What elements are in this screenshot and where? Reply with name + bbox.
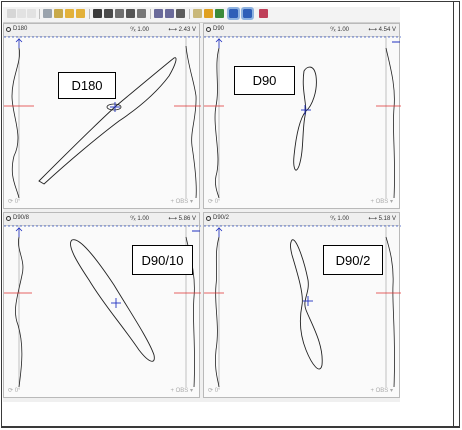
obs-value: + OBS ▾ [370,388,393,394]
toolbar [3,7,400,23]
panel-title: D90/8 [13,215,30,221]
undo-icon[interactable] [17,9,26,18]
bottom-rule [1,426,460,427]
angle-value: ⟳ 0° [208,388,221,394]
right-divider [453,1,454,427]
panel-d90-2[interactable]: D90/2 ⁰⁄ₓ 1.00 ⟷ 5.18 V D90/2 ⟳ 0° + OBS… [203,212,401,398]
window-icon[interactable] [137,9,146,18]
panel-footer: ⟳ 0° + OBS ▾ [4,385,199,397]
cursor-icon[interactable] [176,9,185,18]
sample-label: D90 [234,66,295,95]
lissajous-icon [206,27,211,32]
zoom-out-icon[interactable] [165,9,174,18]
signal-plot [4,36,201,198]
angle-value: ⟳ 0° [208,199,221,205]
sample-label: D180 [58,72,116,99]
document-icon[interactable] [115,9,124,18]
scale-value: ⁰⁄ₓ 1.00 [130,27,149,33]
panel-footer: ⟳ 0° + OBS ▾ [204,385,399,397]
highlighter-icon[interactable] [193,9,202,18]
signal-plot [204,36,401,198]
pointer-icon[interactable] [7,9,16,18]
save-icon[interactable] [93,9,102,18]
obs-value: + OBS ▾ [170,388,193,394]
arrow-left-icon[interactable] [65,9,74,18]
panel-title: D180 [13,26,28,32]
stack-icon[interactable] [259,9,268,18]
angle-value: ⟳ 0° [8,199,21,205]
obs-value: + OBS ▾ [370,199,393,205]
lissajous-icon [6,216,11,221]
panel-d180[interactable]: D180 ⁰⁄ₓ 1.00 ⟷ 2.43 V D180 ⟳ 0° + OBS ▾ [3,23,201,209]
scale-value: ⁰⁄ₓ 1.00 [330,216,349,222]
lissajous-icon [206,216,211,221]
properties-icon[interactable] [54,9,63,18]
panel-footer: ⟳ 0° + OBS ▾ [4,196,199,208]
voltage-value: ⟷ 5.18 V [368,216,396,222]
lissajous-icon [6,27,11,32]
scale-value: ⁰⁄ₓ 1.00 [330,27,349,33]
palette-icon[interactable] [204,9,213,18]
grid-blue2-icon[interactable] [241,7,254,20]
voltage-value: ⟷ 5.86 V [168,216,196,222]
panel-d90[interactable]: D90 ⁰⁄ₓ 1.00 ⟷ 4.54 V D90 ⟳ 0° + OBS ▾ [203,23,401,209]
scale-value: ⁰⁄ₓ 1.00 [130,216,149,222]
zoom-in-icon[interactable] [154,9,163,18]
voltage-value: ⟷ 4.54 V [368,27,396,33]
angle-value: ⟳ 0° [8,388,21,394]
arrow-right-icon[interactable] [76,9,85,18]
sample-label: D90/10 [132,245,193,275]
panel-d90-8[interactable]: D90/8 ⁰⁄ₓ 1.00 ⟷ 5.86 V D90/10 ⟳ 0° + OB… [3,212,201,398]
panel-title: D90 [213,26,225,32]
print-icon[interactable] [104,9,113,18]
bar-icon[interactable] [215,9,224,18]
obs-value: + OBS ▾ [170,199,193,205]
screenshot: D180 ⁰⁄ₓ 1.00 ⟷ 2.43 V D180 ⟳ 0° + OBS ▾ [3,7,401,402]
chart-icon[interactable] [43,9,52,18]
voltage-value: ⟷ 2.43 V [168,27,196,33]
sample-label: D90/2 [323,245,383,275]
panel-title: D90/2 [213,215,230,221]
checkbox-icon[interactable] [126,9,135,18]
redo-icon[interactable] [27,9,36,18]
grid-blue-icon[interactable] [227,7,240,20]
panel-footer: ⟳ 0° + OBS ▾ [204,196,399,208]
